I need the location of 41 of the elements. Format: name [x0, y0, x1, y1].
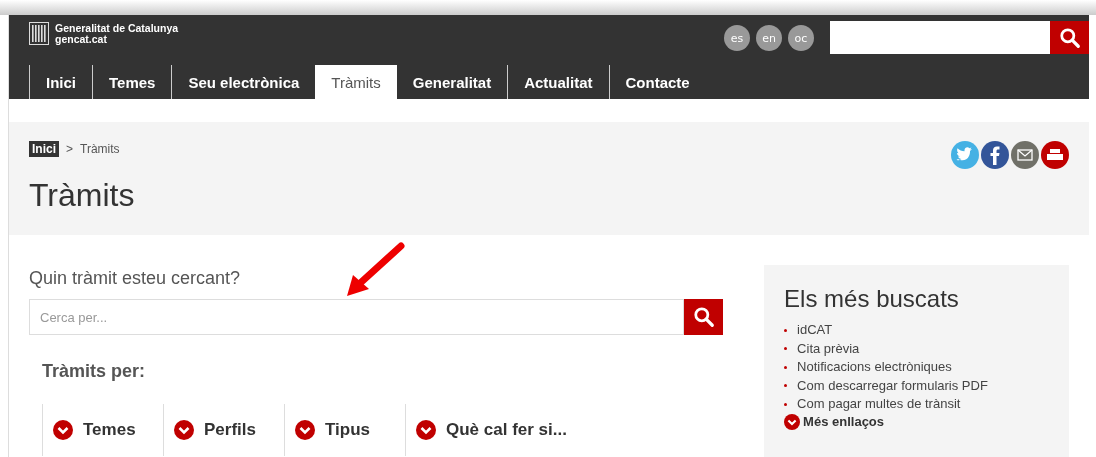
nav-tab[interactable]: Tràmits	[315, 65, 397, 99]
search-icon	[1058, 26, 1081, 49]
sidebar-link[interactable]: idCAT	[784, 321, 1049, 340]
more-links-link[interactable]: Més enllaços	[784, 413, 1049, 430]
facebook-icon[interactable]	[981, 141, 1009, 169]
search-field[interactable]: Cerca per...	[29, 299, 685, 335]
search-button[interactable]	[684, 299, 724, 335]
annotation-arrow	[345, 241, 407, 299]
sidebar-link[interactable]: Notificacions electròniques	[784, 358, 1049, 377]
nav-tab[interactable]: Temes	[92, 65, 172, 99]
logo-text: gencat.cat	[55, 33, 108, 45]
logo-text: Generalitat de Catalunya	[55, 22, 179, 34]
search-field[interactable]	[830, 21, 1050, 54]
chevron-down-icon	[174, 420, 194, 440]
search-icon	[692, 306, 715, 328]
search-heading: Quin tràmit esteu cercant?	[29, 268, 242, 289]
sidebar-title: Els més buscats	[784, 285, 960, 313]
chevron-down-icon	[295, 420, 315, 440]
breadcrumb-separator: >	[66, 142, 74, 156]
filter-tab[interactable]: Què cal fer si...	[405, 404, 583, 456]
chevron-down-icon	[416, 420, 436, 440]
filter-tab[interactable]: Temes	[42, 404, 163, 456]
filters-heading: Tràmits per:	[42, 361, 147, 382]
breadcrumb-link[interactable]: Inici	[29, 141, 59, 157]
nav-tab[interactable]: Generalitat	[396, 65, 508, 99]
sidebar-link[interactable]: Cita prèvia	[784, 339, 1049, 358]
page-title: Tràmits	[29, 177, 136, 214]
nav-tab[interactable]: Actualitat	[507, 65, 609, 99]
sidebar-link[interactable]: Com descarregar formularis PDF	[784, 376, 1049, 395]
chevron-down-icon	[53, 420, 73, 440]
filter-tab[interactable]: Perfils	[163, 404, 284, 456]
nav-tab[interactable]: Inici	[29, 65, 92, 99]
breadcrumb-current: Tràmits	[80, 142, 120, 156]
chevron-down-icon	[784, 413, 801, 430]
print-icon[interactable]	[1041, 141, 1069, 169]
logo-icon	[29, 22, 49, 45]
nav-tab[interactable]: Contacte	[608, 65, 706, 99]
sidebar-link[interactable]: Com pagar multes de trànsit	[784, 395, 1049, 414]
email-icon[interactable]	[1011, 141, 1039, 169]
search-button[interactable]	[1050, 21, 1089, 54]
filter-tab[interactable]: Tipus	[284, 404, 405, 456]
